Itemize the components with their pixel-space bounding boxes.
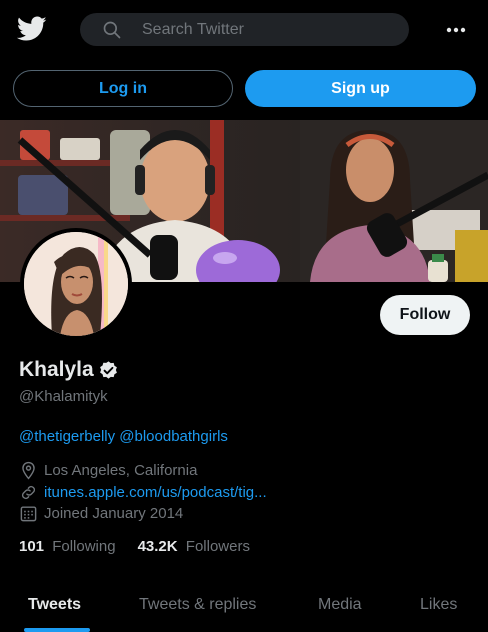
joined-text: Joined January 2014 [44, 505, 184, 522]
profile-name-text: Khalyla [19, 358, 94, 381]
search-icon [103, 21, 121, 39]
calendar-icon [20, 506, 37, 522]
search-input[interactable] [142, 13, 392, 46]
followers-count: 43.2K [137, 538, 178, 555]
bio-mention-link[interactable]: @thetigerbelly [19, 428, 115, 445]
tab-tweets-and-replies[interactable]: Tweets & replies [139, 596, 256, 614]
location-text: Los Angeles, California [44, 462, 198, 479]
profile-avatar[interactable] [20, 228, 132, 340]
tab-likes[interactable]: Likes [420, 596, 457, 614]
avatar-illustration [24, 232, 128, 336]
website-link[interactable]: itunes.apple.com/us/podcast/tig... [44, 484, 267, 501]
tab-tweets[interactable]: Tweets [28, 596, 81, 614]
active-tab-indicator [24, 628, 90, 632]
profile-tabs: Tweets Tweets & replies Media Likes [0, 580, 488, 632]
profile-website: itunes.apple.com/us/podcast/tig... [19, 483, 267, 502]
profile-bio: @thetigerbelly @bloodbathgirls [19, 428, 228, 445]
more-icon[interactable] [443, 20, 469, 40]
follow-button[interactable]: Follow [380, 295, 470, 335]
profile-handle: @Khalamityk [19, 388, 108, 405]
login-button[interactable]: Log in [13, 70, 233, 107]
twitter-bird-icon[interactable] [17, 16, 47, 42]
profile-stats: 101 Following 43.2K Followers [19, 538, 250, 555]
following-stat[interactable]: 101 Following [19, 538, 116, 555]
profile-location: Los Angeles, California [19, 461, 197, 480]
signup-button[interactable]: Sign up [245, 70, 476, 107]
followers-label: Followers [185, 538, 250, 555]
following-count: 101 [19, 538, 45, 555]
profile-name: Khalyla [19, 358, 119, 382]
location-icon [22, 461, 35, 480]
following-label: Following [52, 538, 116, 555]
followers-stat[interactable]: 43.2K Followers [138, 538, 250, 555]
bio-mention-link[interactable]: @bloodbathgirls [119, 428, 228, 445]
top-bar [0, 0, 488, 60]
tab-media[interactable]: Media [318, 596, 362, 614]
verified-badge-icon [99, 360, 117, 379]
profile-joined: Joined January 2014 [19, 504, 183, 523]
link-icon [21, 485, 36, 500]
search-box[interactable] [80, 13, 409, 46]
auth-row: Log in Sign up [0, 70, 488, 108]
